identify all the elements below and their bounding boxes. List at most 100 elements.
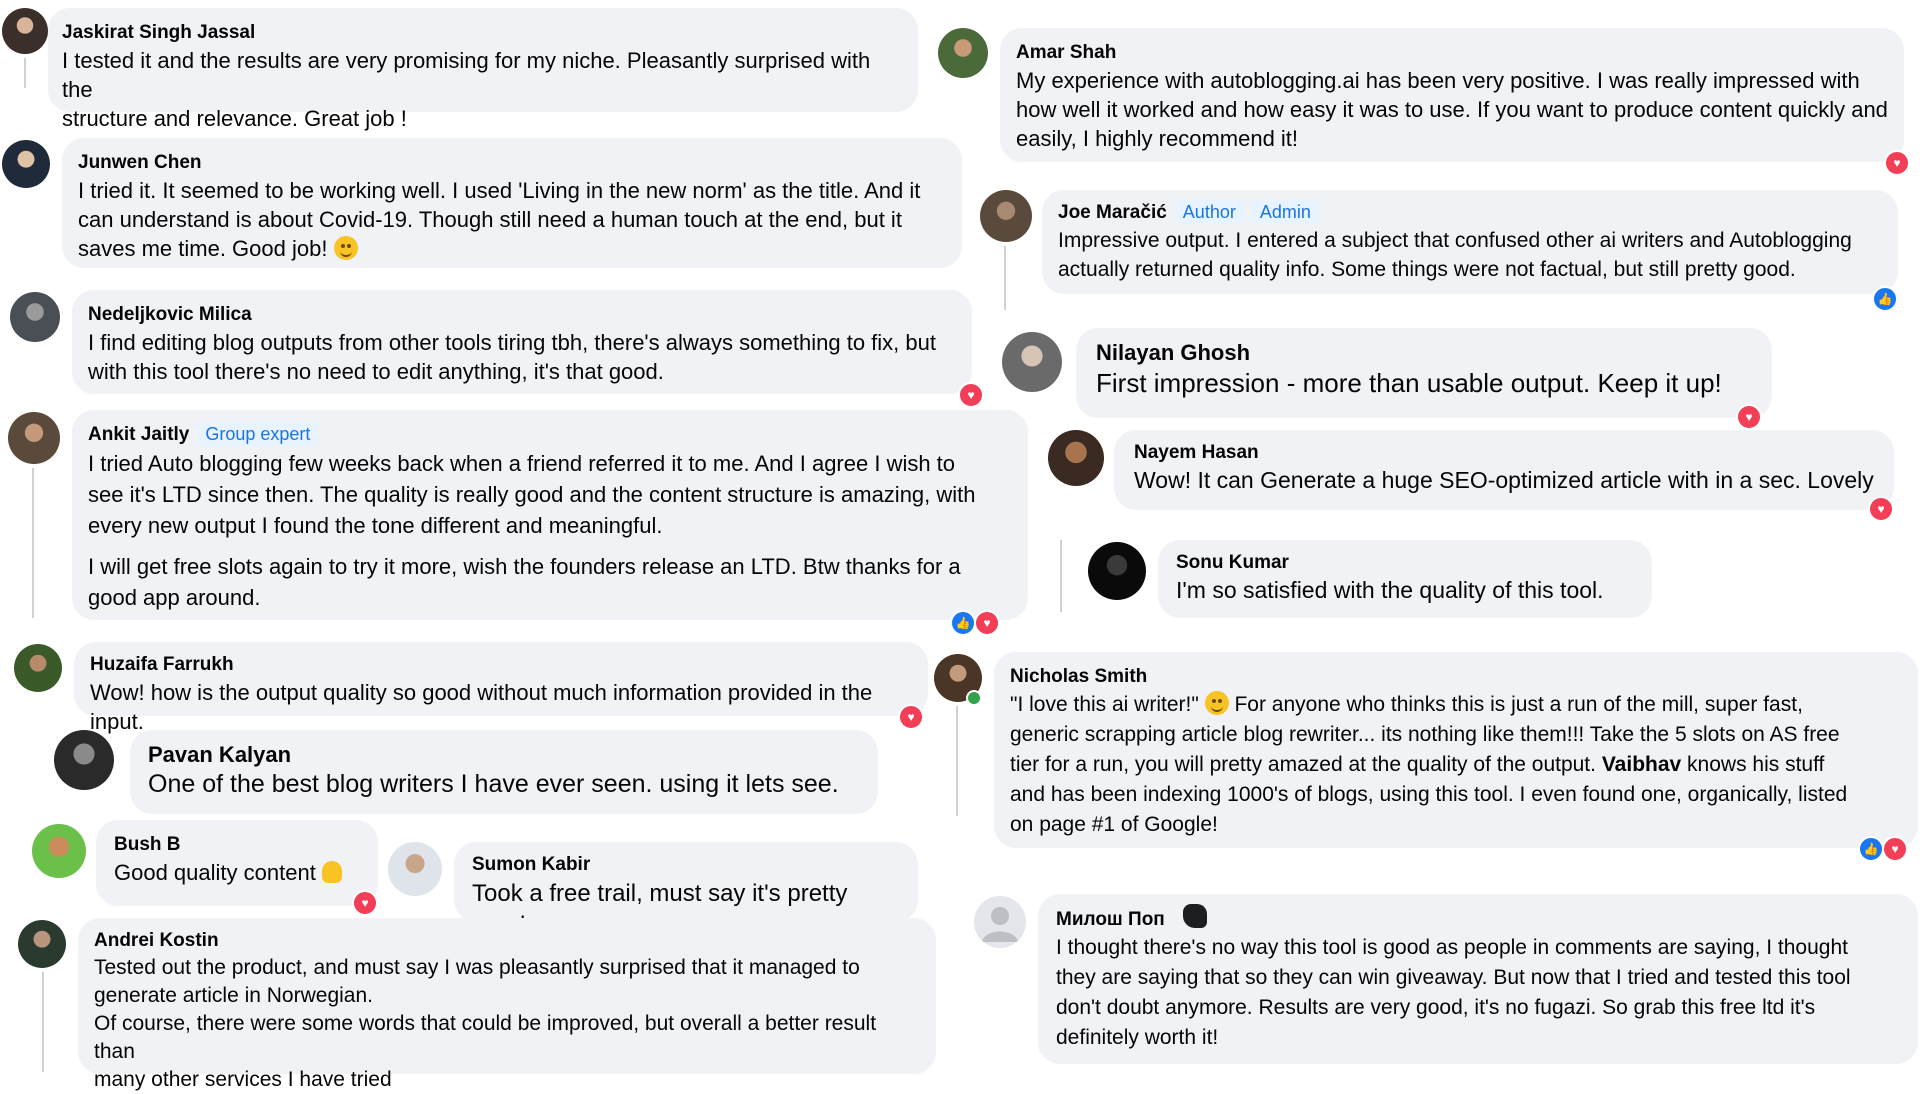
heart-icon[interactable]: ♥ (1884, 150, 1910, 176)
commenter-name[interactable]: Bush B (114, 832, 181, 858)
comment-line: they are saying that so they can win giv… (1056, 966, 1851, 989)
comment-text: Tested out the product, and must say I w… (94, 954, 920, 1094)
commenter-name[interactable]: Милош Поп (1056, 907, 1165, 933)
avatar[interactable] (14, 644, 62, 692)
comment-bubble: Huzaifa Farrukh Wow! how is the output q… (74, 642, 928, 734)
comment-line: and has been indexing 1000's of blogs, u… (1010, 783, 1848, 806)
avatar[interactable] (10, 292, 60, 342)
comment-line: tier for a run, you will pretty amazed a… (1010, 750, 1902, 780)
comment-line: definitely worth it! (1056, 1026, 1219, 1049)
comment-bubble: Andrei Kostin Tested out the product, an… (78, 918, 936, 1091)
commenter-name[interactable]: Joe Maračić (1058, 200, 1167, 226)
avatar[interactable] (980, 190, 1032, 242)
comment-line: I tried it. It seemed to be working well… (78, 178, 921, 203)
avatar[interactable] (2, 8, 48, 54)
comment-line: with this tool there's no need to edit a… (88, 359, 664, 384)
comment-text: I tried Auto blogging few weeks back whe… (88, 448, 1012, 613)
online-status-icon (966, 690, 982, 706)
avatar[interactable] (974, 896, 1026, 948)
avatar[interactable] (18, 920, 66, 968)
comment-text: One of the best blog writers I have ever… (148, 770, 839, 798)
thumbs-up-icon[interactable]: 👍 (950, 610, 976, 636)
avatar[interactable] (1048, 430, 1104, 486)
comment-bubble: Nayem Hasan Wow! It can Generate a huge … (1114, 430, 1894, 510)
author-badge: Author (1174, 200, 1244, 224)
commenter-name[interactable]: Pavan Kalyan (148, 742, 291, 768)
comment-bubble: Bush B Good quality content (96, 820, 378, 906)
comment-text: I thought there's no way this tool is go… (1056, 933, 1900, 1053)
avatar[interactable] (388, 842, 442, 896)
ok-hand-icon (321, 861, 342, 883)
comment-bubble: Милош Поп I thought there's no way this … (1038, 894, 1918, 1064)
avatar[interactable] (1088, 542, 1146, 600)
heart-icon[interactable]: ♥ (1736, 404, 1762, 430)
comment-text: Wow! It can Generate a huge SEO-optimize… (1134, 467, 1874, 493)
comment-bubble: Joe Maračić Author Admin Impressive output… (1042, 190, 1898, 294)
comment-line: on page #1 of Google! (1010, 813, 1218, 836)
comment-line: I tested it and the results are very pro… (62, 48, 871, 102)
comment-line-text: "I love this ai writer!" (1010, 693, 1199, 716)
comment-text: I find editing blog outputs from other t… (88, 328, 956, 386)
comment-line: Of course, there were some words that co… (94, 1012, 877, 1063)
commenter-name[interactable]: Ankit Jaitly (88, 422, 189, 448)
comment-line: see it's LTD since then. The quality is … (88, 482, 976, 507)
commenter-name[interactable]: Nilayan Ghosh (1096, 340, 1250, 366)
default-avatar-icon (982, 907, 1018, 942)
avatar[interactable] (1002, 332, 1062, 392)
comment-line: I thought there's no way this tool is go… (1056, 936, 1848, 959)
avatar[interactable] (32, 824, 86, 878)
thread-line (1004, 246, 1006, 310)
comment-bubble: Nilayan Ghosh First impression - more th… (1076, 328, 1772, 418)
comment-line: Tested out the product, and must say I w… (94, 956, 860, 979)
comment-text: Wow! how is the output quality so good w… (90, 680, 873, 734)
heart-icon[interactable]: ♥ (352, 890, 378, 916)
comment-line-text: For anyone who thinks this is just a run… (1228, 693, 1803, 716)
heart-icon[interactable]: ♥ (1882, 836, 1908, 862)
commenter-name[interactable]: Nicholas Smith (1010, 664, 1147, 690)
comment-line: "I love this ai writer!" For anyone who … (1010, 690, 1902, 720)
smile-emoji-icon (333, 236, 358, 260)
admin-badge: Admin (1251, 200, 1319, 224)
commenter-name[interactable]: Jaskirat Singh Jassal (62, 20, 255, 46)
commenter-name[interactable]: Amar Shah (1016, 40, 1116, 66)
heart-icon[interactable]: ♥ (898, 704, 924, 730)
waving-hand-icon (1183, 904, 1208, 928)
thumbs-up-icon[interactable]: 👍 (1858, 836, 1884, 862)
wink-emoji-icon (1204, 691, 1229, 715)
heart-icon[interactable]: ♥ (974, 610, 1000, 636)
comment-text: My experience with autoblogging.ai has b… (1016, 66, 1888, 153)
avatar[interactable] (54, 730, 114, 790)
comment-line: structure and relevance. Great job ! (62, 106, 407, 131)
commenter-name[interactable]: Sumon Kabir (472, 852, 590, 878)
commenter-name[interactable]: Junwen Chen (78, 150, 202, 176)
comment-text: First impression - more than usable outp… (1096, 368, 1722, 398)
comment-text: Good quality content (114, 858, 360, 887)
comment-line: I tried Auto blogging few weeks back whe… (88, 451, 956, 476)
comment-line: can understand is about Covid-19. Though… (78, 207, 902, 232)
heart-icon[interactable]: ♥ (1868, 496, 1894, 522)
comment-line: every new output I found the tone differ… (88, 513, 663, 538)
mention-link[interactable]: Vaibhav (1602, 753, 1681, 776)
avatar[interactable] (8, 412, 60, 464)
comment-line-text: saves me time. Good job! (78, 236, 328, 261)
commenter-name[interactable]: Nedeljkovic Milica (88, 302, 252, 328)
commenter-name[interactable]: Nayem Hasan (1134, 440, 1259, 466)
comment-bubble: Jaskirat Singh Jassal I tested it and th… (48, 8, 918, 131)
commenter-name[interactable]: Sonu Kumar (1176, 550, 1289, 576)
thread-line (956, 706, 958, 816)
commenter-name[interactable]: Huzaifa Farrukh (90, 652, 234, 678)
avatar[interactable] (938, 28, 988, 78)
comment-line: actually returned quality info. Some thi… (1058, 258, 1796, 281)
comment-line: I find editing blog outputs from other t… (88, 330, 936, 355)
comment-bubble: Sonu Kumar I'm so satisfied with the qua… (1158, 540, 1652, 618)
comment-line: don't doubt anymore. Results are very go… (1056, 996, 1816, 1019)
commenter-name[interactable]: Andrei Kostin (94, 928, 219, 954)
comment-header: Милош Поп (1056, 904, 1900, 933)
avatar[interactable] (2, 140, 50, 188)
heart-icon[interactable]: ♥ (958, 382, 984, 408)
comment-line-text: Good quality content (114, 860, 316, 885)
thread-line (24, 58, 26, 88)
comment-text: I tested it and the results are very pro… (62, 46, 904, 133)
comment-text: I'm so satisfied with the quality of thi… (1176, 577, 1604, 603)
thumbs-up-icon[interactable]: 👍 (1872, 286, 1898, 312)
